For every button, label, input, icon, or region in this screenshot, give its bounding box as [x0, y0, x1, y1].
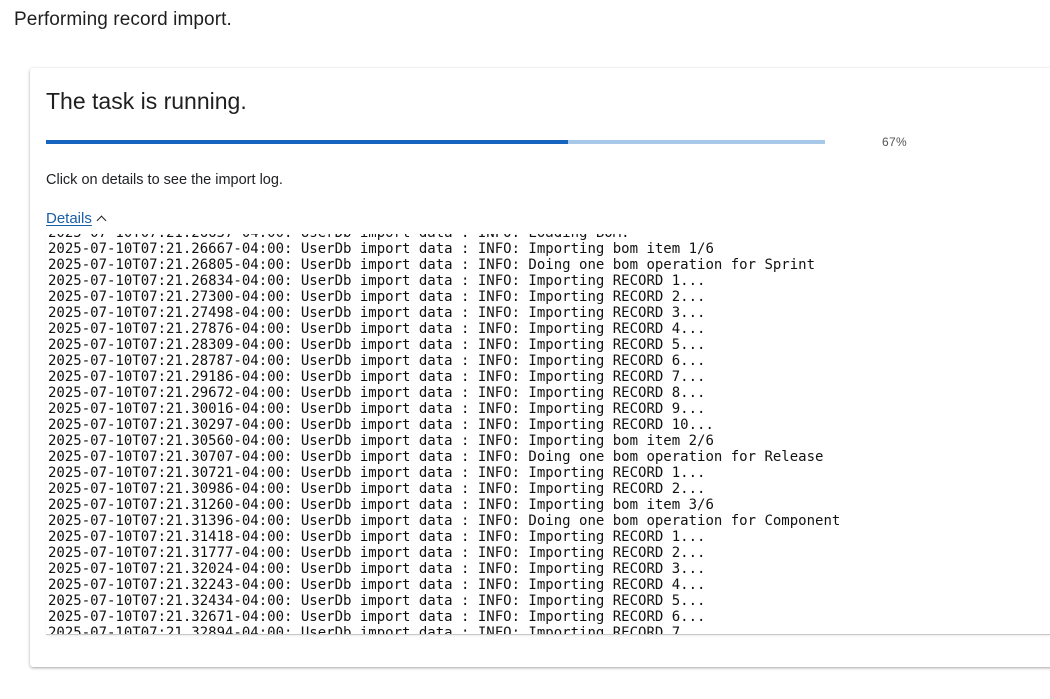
log-line: 2025-07-10T07:21.26657-04:00: UserDb imp… — [48, 234, 840, 241]
progress-percent-label: 67% — [882, 135, 907, 149]
log-line: 2025-07-10T07:21.30721-04:00: UserDb imp… — [48, 465, 706, 481]
import-log-panel[interactable]: 2025-07-10T07:21.26657-04:00: UserDb imp… — [46, 234, 1050, 635]
log-line: 2025-07-10T07:21.31260-04:00: UserDb imp… — [48, 497, 714, 513]
chevron-up-icon[interactable] — [96, 215, 107, 226]
log-line: 2025-07-10T07:21.27498-04:00: UserDb imp… — [48, 305, 706, 321]
log-line: 2025-07-10T07:21.26805-04:00: UserDb imp… — [48, 257, 816, 273]
log-line: 2025-07-10T07:21.28787-04:00: UserDb imp… — [48, 353, 706, 369]
progress-bar — [46, 140, 825, 144]
log-line: 2025-07-10T07:21.26667-04:00: UserDb imp… — [48, 241, 714, 257]
log-line: 2025-07-10T07:21.31418-04:00: UserDb imp… — [48, 529, 706, 545]
log-line: 2025-07-10T07:21.32434-04:00: UserDb imp… — [48, 593, 706, 609]
log-line: 2025-07-10T07:21.32671-04:00: UserDb imp… — [48, 609, 706, 625]
log-line: 2025-07-10T07:21.27300-04:00: UserDb imp… — [48, 289, 706, 305]
log-line: 2025-07-10T07:21.30016-04:00: UserDb imp… — [48, 401, 706, 417]
page-title: Performing record import. — [14, 9, 232, 30]
log-line: 2025-07-10T07:21.30297-04:00: UserDb imp… — [48, 417, 714, 433]
details-toggle[interactable]: Details — [46, 210, 107, 227]
log-line: 2025-07-10T07:21.26834-04:00: UserDb imp… — [48, 273, 706, 289]
log-line: 2025-07-10T07:21.32024-04:00: UserDb imp… — [48, 561, 706, 577]
log-line: 2025-07-10T07:21.31396-04:00: UserDb imp… — [48, 513, 841, 529]
log-line: 2025-07-10T07:21.30560-04:00: UserDb imp… — [48, 433, 714, 449]
details-hint-text: Click on details to see the import log. — [46, 172, 283, 188]
log-line: 2025-07-10T07:21.32243-04:00: UserDb imp… — [48, 577, 706, 593]
import-log-list: 2025-07-10T07:21.26657-04:00: UserDb imp… — [48, 234, 841, 635]
task-status-title: The task is running. — [46, 88, 247, 114]
log-line: 2025-07-10T07:21.32894-04:00: UserDb imp… — [48, 625, 706, 635]
task-card: The task is running. 67% Click on detail… — [30, 68, 1050, 667]
log-line: 2025-07-10T07:21.30986-04:00: UserDb imp… — [48, 481, 706, 497]
log-line: 2025-07-10T07:21.27876-04:00: UserDb imp… — [48, 321, 706, 337]
log-line: 2025-07-10T07:21.30707-04:00: UserDb imp… — [48, 449, 824, 465]
log-line: 2025-07-10T07:21.29672-04:00: UserDb imp… — [48, 385, 706, 401]
log-line: 2025-07-10T07:21.31777-04:00: UserDb imp… — [48, 545, 706, 561]
log-line: 2025-07-10T07:21.29186-04:00: UserDb imp… — [48, 369, 706, 385]
log-line: 2025-07-10T07:21.28309-04:00: UserDb imp… — [48, 337, 706, 353]
details-link[interactable]: Details — [46, 210, 92, 227]
progress-bar-fill — [46, 140, 568, 144]
